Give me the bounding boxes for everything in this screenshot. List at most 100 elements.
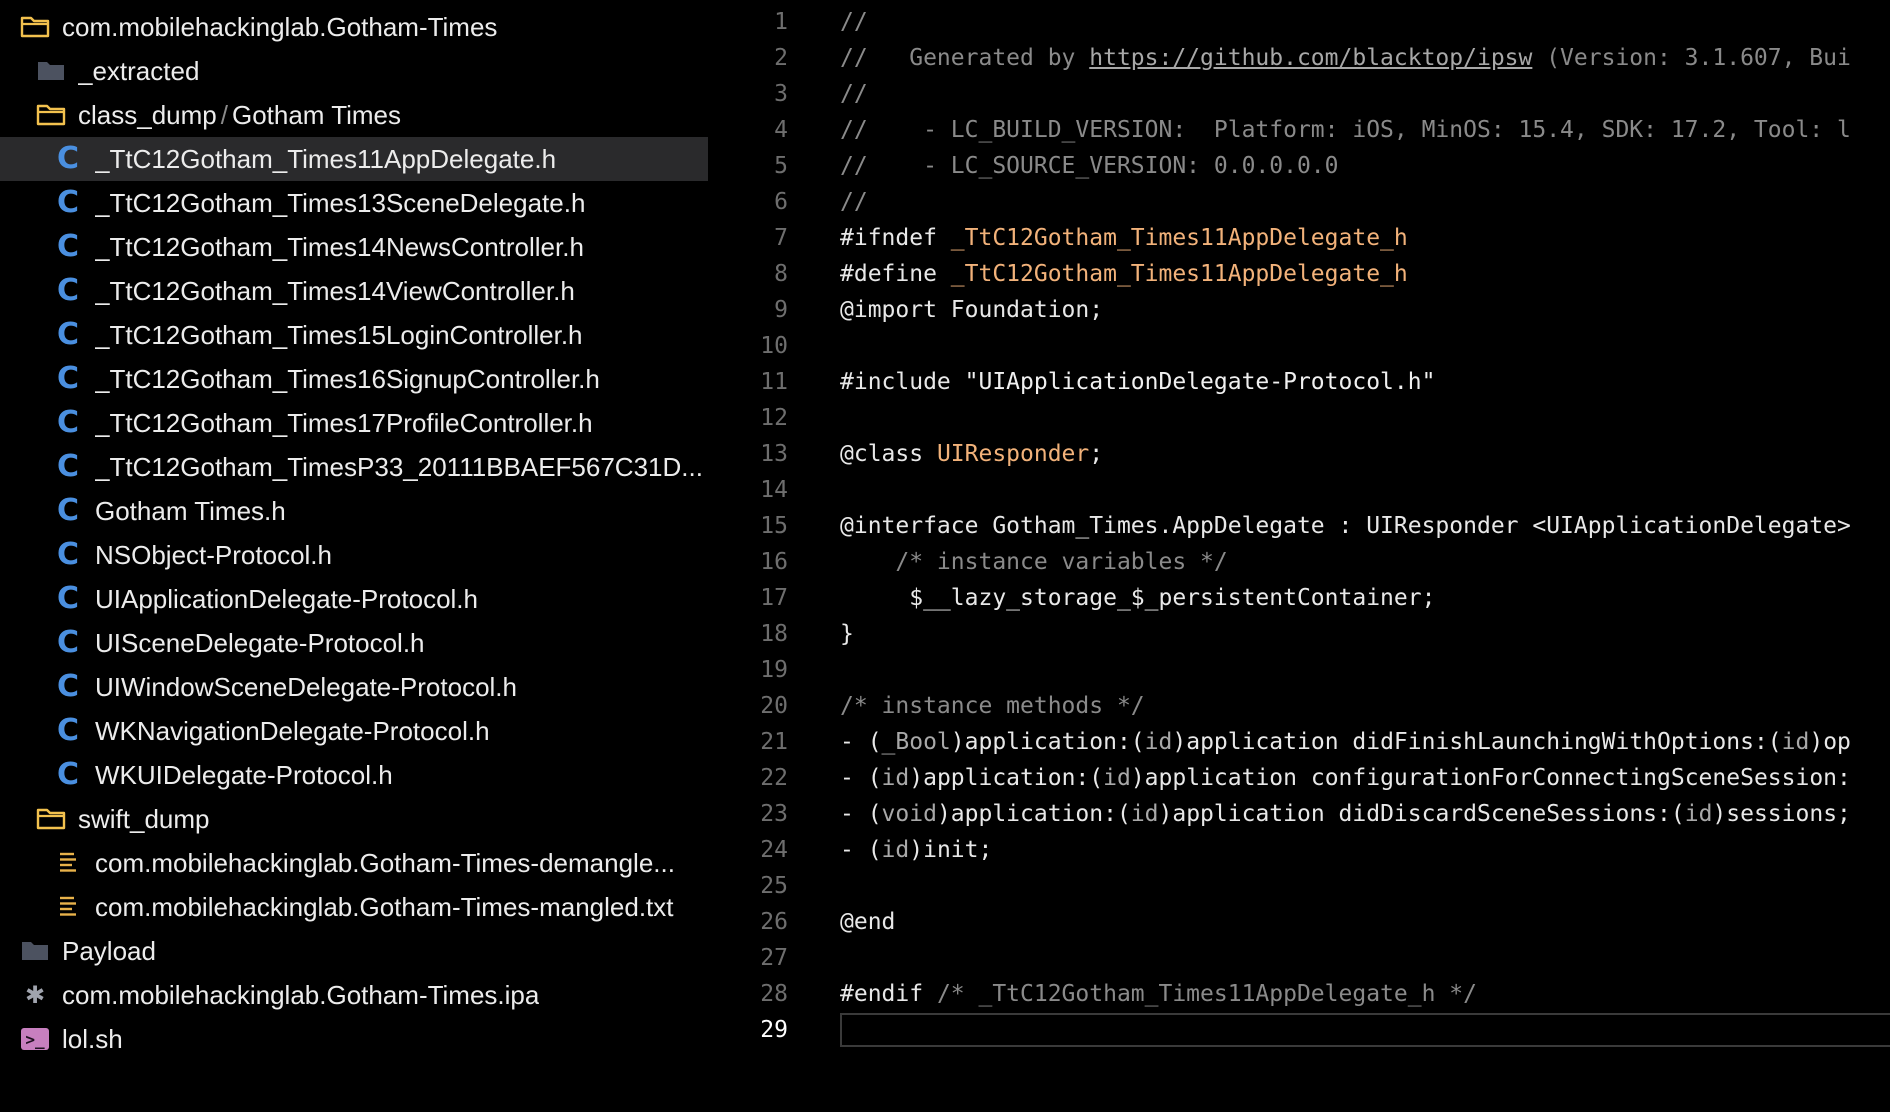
c-file-icon: C [56,229,80,264]
tree-item-label: _TtC12Gotham_Times17ProfileController.h [95,408,593,439]
tree-item-text: _TtC12Gotham_TimesP33_20111BBAEF567C31D.… [95,451,703,482]
code-line[interactable]: 25 [708,868,1890,904]
tree-item[interactable]: ✱ com.mobilehackinglab.Gotham-Times.ipa [0,973,708,1017]
code-line[interactable]: 29 [708,1012,1890,1048]
code-line[interactable]: 26 @end [708,904,1890,940]
tree-item[interactable]: com.mobilehackinglab.Gotham-Times [0,5,708,49]
tree-item-text: swift_dump [78,803,210,834]
code-line[interactable]: 19 [708,652,1890,688]
code-line[interactable]: 15 @interface Gotham_Times.AppDelegate : … [708,508,1890,544]
tree-item[interactable]: swift_dump [0,797,708,841]
line-number: 21 [760,729,788,755]
code-token: - ( [840,837,882,863]
tree-item[interactable]: com.mobilehackinglab.Gotham-Times-mangle… [0,885,708,929]
code-line[interactable]: 13 @class UIResponder; [708,436,1890,472]
tree-item-label: Payload [62,936,156,967]
code-link[interactable]: https://github.com/blacktop/ipsw [1089,45,1532,71]
code-line[interactable]: 14 [708,472,1890,508]
code-line[interactable]: 9 @import Foundation; [708,292,1890,328]
line-number: 22 [760,765,788,791]
tree-item-text: _TtC12Gotham_Times14NewsController.h [95,231,584,262]
code-line[interactable]: 7 #ifndef _TtC12Gotham_Times11AppDelegate… [708,220,1890,256]
code-line[interactable]: 18} [708,616,1890,652]
tree-item-label: _TtC12Gotham_TimesP33_20111BBAEF567C31D.… [95,452,703,483]
tree-item-text: _TtC12Gotham_Times11AppDelegate.h [95,143,557,174]
terminal-icon: >_ [20,1024,50,1054]
tree-item[interactable]: C UIApplicationDelegate-Protocol.h [0,577,708,621]
code-line[interactable]: 2 // Generated by https://github.com/blac… [708,40,1890,76]
tree-item[interactable]: com.mobilehackinglab.Gotham-Times-demang… [0,841,708,885]
code-line[interactable]: 6 // [708,184,1890,220]
c-file-icon: C [56,361,80,396]
tree-item[interactable]: C _TtC12Gotham_Times17ProfileController.h [0,401,708,445]
code-token: id [1781,729,1810,755]
tree-item[interactable]: C WKNavigationDelegate-Protocol.h [0,709,708,753]
tree-item[interactable]: Payload [0,929,708,973]
code-text: #include "UIApplicationDelegate-Protocol… [840,369,1435,395]
code-token: // - LC_SOURCE_VERSION: 0.0.0.0.0 [840,153,1339,179]
tree-item[interactable]: C _TtC12Gotham_Times14ViewController.h [0,269,708,313]
code-line[interactable]: 24 - (id)init; [708,832,1890,868]
line-number: 9 [774,297,788,323]
tree-item[interactable]: _extracted [0,49,708,93]
tree-item-text: lol.sh [62,1023,123,1054]
code-editor[interactable]: 1 // 2 // Generated by https://github.com/b… [708,0,1890,1112]
code-line[interactable]: 21- (_Bool)application:(id)application d… [708,724,1890,760]
code-line[interactable]: 8 #define _TtC12Gotham_Times11AppDelegate… [708,256,1890,292]
tree-item-text: UIApplicationDelegate-Protocol.h [95,583,478,614]
tree-item-label: UIApplicationDelegate-Protocol.h [95,584,478,615]
tree-item[interactable]: C _TtC12Gotham_TimesP33_20111BBAEF567C31D… [0,445,708,489]
text-file-icon [53,892,83,922]
code-line[interactable]: 17 $__lazy_storage_$_persistentContainer… [708,580,1890,616]
c-file-icon: C [56,141,80,176]
code-token: _Bool [881,729,951,755]
code-line[interactable]: 10 [708,328,1890,364]
code-text: $__lazy_storage_$_persistentContainer; [840,585,1435,611]
code-token: } [840,621,854,647]
tree-item-label: _TtC12Gotham_Times14NewsController.h [95,232,584,263]
code-line[interactable]: 27 [708,940,1890,976]
tree-item[interactable]: C WKUIDelegate-Protocol.h [0,753,708,797]
tree-item-label: Gotham Times.h [95,496,286,527]
line-number: 1 [774,9,788,35]
code-line[interactable]: 22 - (id)application:(id)application conf… [708,760,1890,796]
code-text: /* instance methods */ [840,693,1145,719]
tree-item[interactable]: >_ lol.sh [0,1017,708,1061]
code-line[interactable]: 12 [708,400,1890,436]
code-line[interactable]: 5 // - LC_SOURCE_VERSION: 0.0.0.0.0 [708,148,1890,184]
tree-item[interactable]: C _TtC12Gotham_Times14NewsController.h [0,225,708,269]
tree-item[interactable]: C _TtC12Gotham_Times11AppDelegate.h [0,137,708,181]
code-text: @interface Gotham_Times.AppDelegate : UI… [840,513,1851,539]
code-token: _TtC12Gotham_Times11AppDelegate_h [950,225,1408,251]
tree-item[interactable]: C UIWindowSceneDelegate-Protocol.h [0,665,708,709]
tree-item[interactable]: class_dump / Gotham Times [0,93,708,137]
code-line[interactable]: 23- (void)application:(id)application di… [708,796,1890,832]
code-line[interactable]: 1 // [708,4,1890,40]
code-line[interactable]: 3 // [708,76,1890,112]
tree-item[interactable]: C _TtC12Gotham_Times13SceneDelegate.h [0,181,708,225]
code-line[interactable]: 28 #endif /* _TtC12Gotham_Times11AppDeleg… [708,976,1890,1012]
code-line[interactable]: 11 #include "UIApplicationDelegate-Protoc… [708,364,1890,400]
tree-item[interactable]: C NSObject-Protocol.h [0,533,708,577]
code-token: )sessions; [1712,801,1851,827]
tree-item[interactable]: C UISceneDelegate-Protocol.h [0,621,708,665]
folder-icon [36,56,66,86]
code-text: // - LC_BUILD_VERSION: Platform: iOS, Mi… [840,117,1851,143]
tree-item-subpath: Gotham Times [231,99,402,130]
line-number: 10 [760,333,788,359]
code-line[interactable]: 16 /* instance variables */ [708,544,1890,580]
tree-item[interactable]: C Gotham Times.h [0,489,708,533]
code-line[interactable]: 4 // - LC_BUILD_VERSION: Platform: iOS, M… [708,112,1890,148]
tree-item[interactable]: C _TtC12Gotham_Times15LoginController.h [0,313,708,357]
line-number: 11 [760,369,788,395]
line-number: 8 [774,261,788,287]
code-line[interactable]: 20 /* instance methods */ [708,688,1890,724]
line-number: 14 [760,477,788,503]
code-token: // Generated by [840,45,1090,71]
tree-item-text: _TtC12Gotham_Times15LoginController.h [95,319,583,350]
tree-item-text: NSObject-Protocol.h [95,539,332,570]
tree-item[interactable]: C _TtC12Gotham_Times16SignupController.h [0,357,708,401]
code-token: id [881,837,910,863]
code-text: - (id)application:(id)application config… [840,765,1851,791]
line-number: 26 [760,909,788,935]
